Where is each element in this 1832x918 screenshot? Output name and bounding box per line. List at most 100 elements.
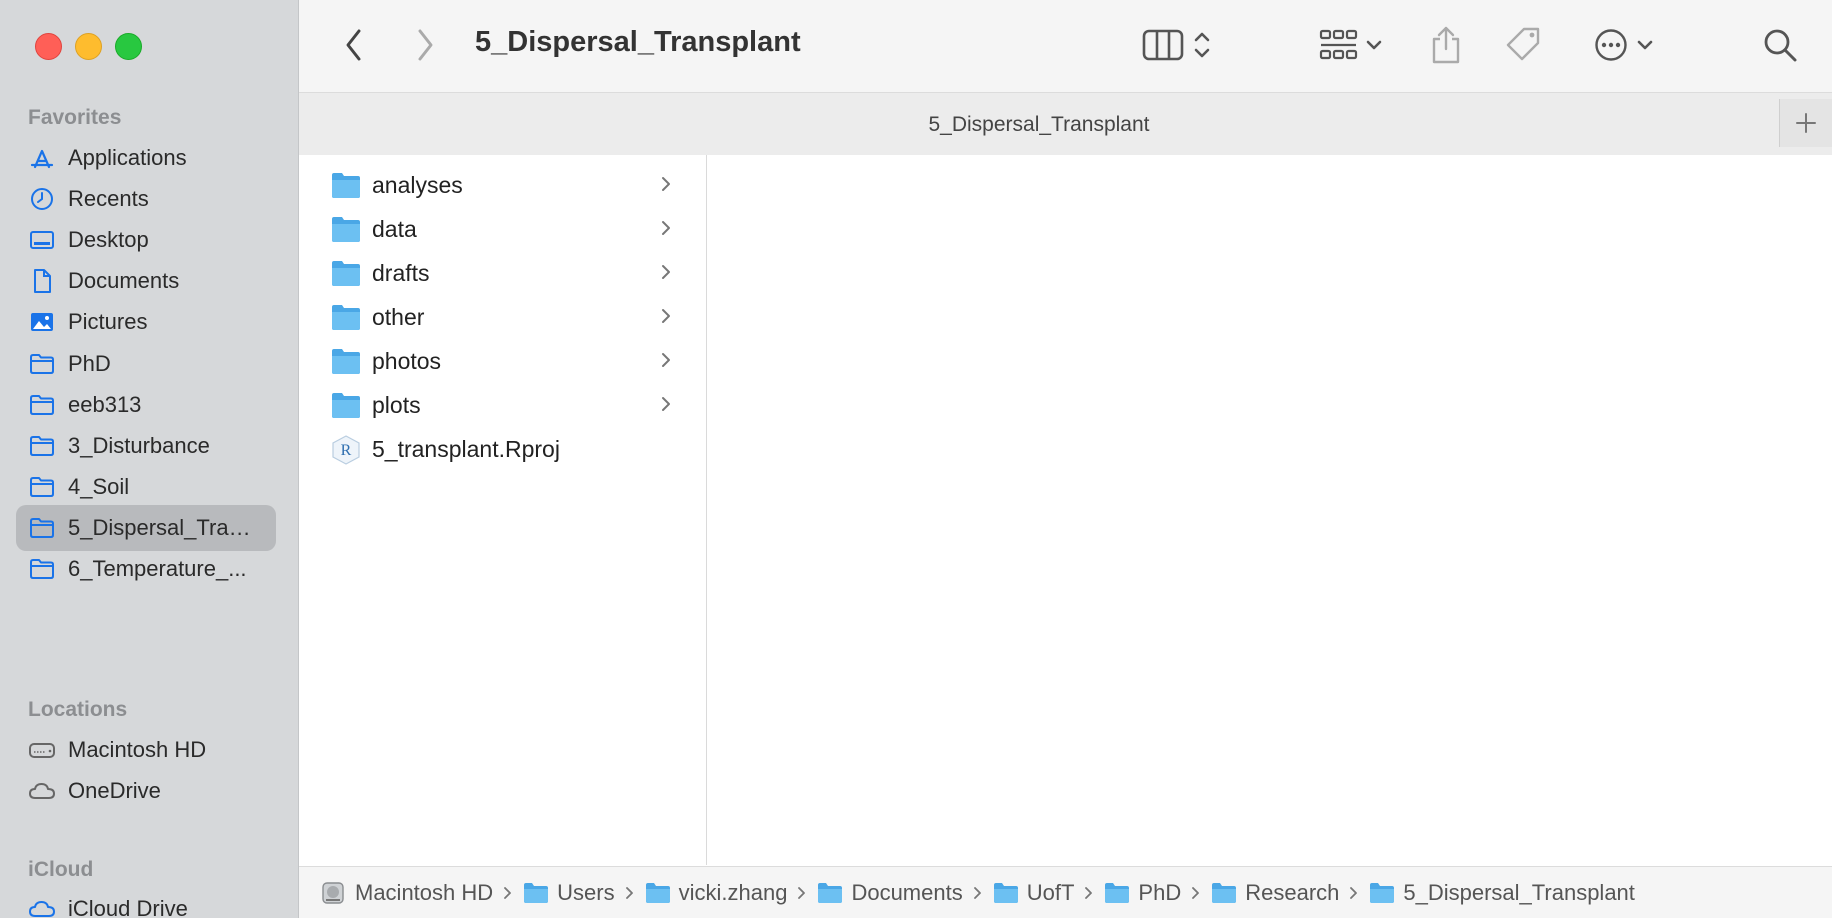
- sidebar-item-documents[interactable]: Documents: [16, 258, 276, 304]
- path-crumb[interactable]: 5_Dispersal_Transplant: [1369, 880, 1635, 906]
- folder-item[interactable]: plots: [299, 383, 706, 427]
- document-icon: [28, 267, 56, 295]
- folder-icon: [28, 514, 56, 542]
- tag-icon: [1506, 27, 1540, 61]
- group-by-button[interactable]: [1311, 24, 1391, 66]
- sidebar-item-label: 5_Dispersal_Transplant: [68, 514, 258, 540]
- item-name: 5_transplant.Rproj: [372, 436, 560, 462]
- view-mode-button[interactable]: [1132, 24, 1222, 66]
- item-name: analyses: [372, 172, 463, 198]
- sidebar-item-label: OneDrive: [68, 778, 161, 804]
- folder-item[interactable]: analyses: [299, 163, 706, 207]
- sidebar-item-macintosh-hd[interactable]: Macintosh HD: [16, 727, 276, 773]
- path-crumb[interactable]: Macintosh HD: [321, 880, 493, 906]
- back-button[interactable]: [339, 24, 369, 66]
- empty-detail-pane: [707, 155, 1832, 865]
- folder-icon: [993, 881, 1019, 905]
- path-crumb-label: UofT: [1026, 880, 1075, 905]
- chevron-right-icon: [1084, 886, 1094, 900]
- path-crumb[interactable]: vicki.zhang: [645, 880, 787, 906]
- sidebar-item-label: 4_Soil: [68, 473, 130, 499]
- chevron-right-icon: [660, 351, 672, 374]
- new-tab-button[interactable]: [1779, 99, 1832, 147]
- path-crumb[interactable]: Users: [523, 880, 615, 906]
- chevron-right-icon: [625, 886, 635, 900]
- path-crumb[interactable]: Research: [1211, 880, 1339, 906]
- desktop-icon: [28, 226, 56, 254]
- folder-item[interactable]: photos: [299, 339, 706, 383]
- folder-icon: [1104, 881, 1130, 905]
- cloud-icon: [28, 895, 56, 918]
- chevron-left-icon: [346, 29, 361, 61]
- tag-button[interactable]: [1502, 24, 1546, 66]
- path-crumb-label: Research: [1245, 880, 1340, 905]
- sidebar-item-3-disturbance[interactable]: 3_Disturbance: [16, 423, 276, 469]
- finder-window: Favorites Applications Recents Desktop Docu…: [0, 0, 1832, 918]
- sidebar-item-eeb313[interactable]: eeb313: [16, 382, 276, 428]
- chevron-down-icon: [1366, 40, 1382, 50]
- ellipsis-circle-icon: [1595, 29, 1627, 61]
- sidebar-item-pictures[interactable]: Pictures: [16, 299, 276, 345]
- tab-bar: 5_Dispersal_Transplant: [299, 92, 1832, 156]
- chevron-right-icon: [973, 886, 983, 900]
- close-window-button[interactable]: [35, 33, 62, 60]
- folder-icon: [331, 259, 361, 287]
- rproj-file-icon: R: [331, 435, 361, 465]
- sidebar-item-label: Desktop: [68, 227, 149, 253]
- cloud-icon: [28, 777, 56, 805]
- sidebar-item-5-dispersal-transplant[interactable]: 5_Dispersal_Transplant: [16, 504, 276, 551]
- sidebar-item-6-temperature[interactable]: 6_Temperature_...: [16, 546, 276, 592]
- sidebar-item-label: 3_Disturbance: [68, 432, 210, 458]
- item-name: drafts: [372, 260, 430, 286]
- window-title: 5_Dispersal_Transplant: [475, 26, 801, 58]
- folder-icon: [331, 347, 361, 375]
- folder-icon: [28, 432, 56, 460]
- chevron-right-icon: [418, 29, 433, 61]
- chevron-right-icon: [503, 886, 513, 900]
- file-item[interactable]: R 5_transplant.Rproj: [299, 427, 706, 471]
- sidebar-item-icloud-drive[interactable]: iCloud Drive: [16, 886, 276, 918]
- tab-current[interactable]: 5_Dispersal_Transplant: [299, 113, 1779, 137]
- path-crumb[interactable]: Documents: [817, 880, 963, 906]
- folder-item[interactable]: drafts: [299, 251, 706, 295]
- folder-icon: [331, 215, 361, 243]
- sidebar-item-label: Applications: [68, 145, 187, 170]
- path-crumb-label: 5_Dispersal_Transplant: [1403, 880, 1635, 905]
- item-name: plots: [372, 392, 421, 418]
- chevron-right-icon: [660, 307, 672, 330]
- more-actions-button[interactable]: [1589, 24, 1659, 66]
- photo-icon: [28, 308, 56, 336]
- zoom-window-button[interactable]: [115, 33, 142, 60]
- chevron-right-icon: [660, 263, 672, 286]
- sidebar-item-phd[interactable]: PhD: [16, 341, 276, 387]
- locations-heading: Locations: [28, 698, 128, 721]
- sidebar-item-4-soil[interactable]: 4_Soil: [16, 464, 276, 510]
- chevron-right-icon: [1349, 886, 1359, 900]
- folder-icon: [645, 881, 671, 905]
- share-button[interactable]: [1426, 22, 1466, 68]
- folder-icon: [28, 555, 56, 583]
- item-name: other: [372, 304, 425, 330]
- folder-item[interactable]: data: [299, 207, 706, 251]
- path-crumb[interactable]: UofT: [993, 880, 1075, 906]
- path-crumb[interactable]: PhD: [1104, 880, 1181, 906]
- sidebar-item-label: iCloud Drive: [68, 896, 188, 918]
- sidebar-item-applications[interactable]: Applications: [16, 135, 276, 181]
- item-name: data: [372, 216, 417, 242]
- sidebar-item-recents[interactable]: Recents: [16, 176, 276, 222]
- folder-icon: [28, 350, 56, 378]
- folder-icon: [817, 881, 843, 905]
- hard-drive-icon: [28, 736, 56, 764]
- search-button[interactable]: [1759, 24, 1801, 66]
- sidebar-item-label: Recents: [68, 186, 149, 212]
- sidebar-item-onedrive[interactable]: OneDrive: [16, 768, 276, 814]
- item-name: photos: [372, 348, 442, 374]
- icloud-heading: iCloud: [28, 858, 94, 881]
- file-column: analyses data drafts other photos plots R 5_tra…: [299, 155, 707, 865]
- path-crumb-label: Users: [557, 880, 615, 905]
- sidebar-item-desktop[interactable]: Desktop: [16, 217, 276, 263]
- folder-item[interactable]: other: [299, 295, 706, 339]
- forward-button[interactable]: [410, 24, 440, 66]
- share-icon: [1432, 26, 1460, 64]
- minimize-window-button[interactable]: [75, 33, 102, 60]
